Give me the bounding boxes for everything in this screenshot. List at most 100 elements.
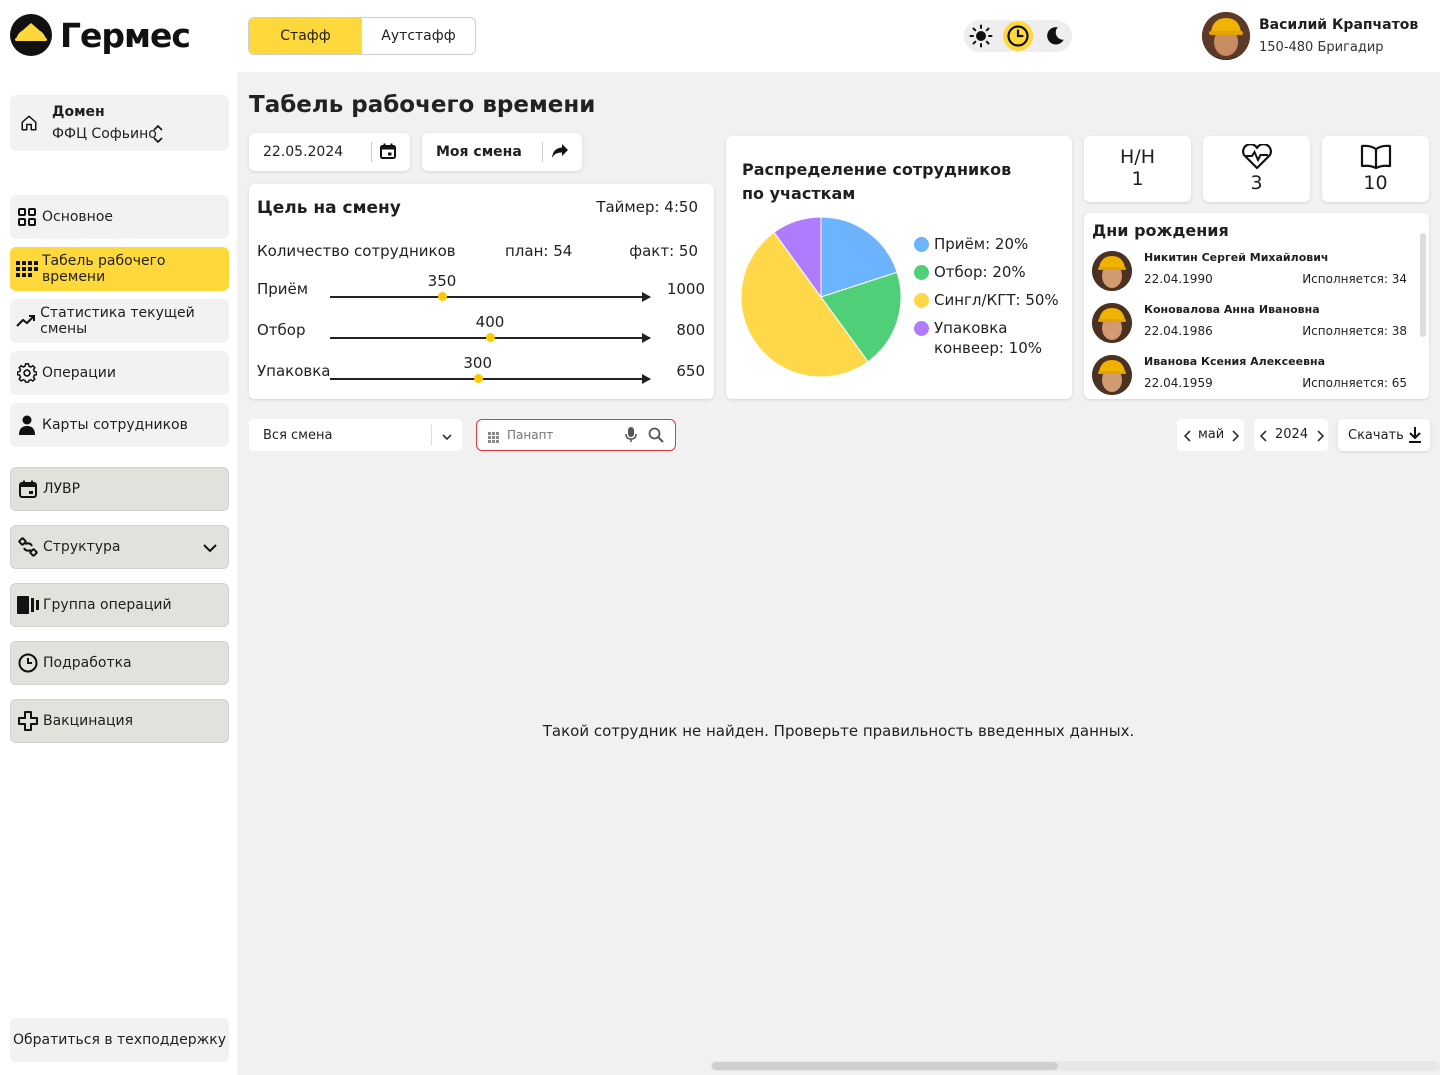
sidebar-item-label: Табель рабочего времени — [42, 253, 166, 285]
month-value: май — [1198, 427, 1225, 442]
share-icon[interactable] — [551, 143, 569, 163]
divider — [431, 425, 432, 445]
domain-selector[interactable]: Домен ФФЦ Софьино — [10, 95, 229, 151]
birthday-date: 22.04.1986 — [1144, 324, 1213, 338]
sidebar-item-vaccination[interactable]: Вакцинация — [10, 699, 229, 743]
avatar[interactable] — [1202, 12, 1250, 60]
divider — [542, 142, 543, 162]
goal-timer: Таймер: 4:50 — [596, 198, 698, 216]
domain-value: ФФЦ Софьино — [52, 126, 157, 142]
structure-icon — [17, 536, 39, 558]
cross-icon — [17, 710, 39, 732]
date-picker[interactable]: 22.05.2024 — [249, 133, 410, 171]
sidebar-item-side-job[interactable]: Подработка — [10, 641, 229, 685]
legend-label: Приём: 20% — [934, 235, 1029, 253]
distribution-pie-chart — [740, 216, 902, 378]
goal-row-label: Отбор — [257, 321, 306, 339]
user-role: 150-480 Бригадир — [1259, 40, 1384, 55]
sidebar-item-operation-group[interactable]: Группа операций — [10, 583, 229, 627]
distribution-title-line1: Распределение сотрудников — [742, 160, 1012, 179]
staff-fact: факт: 50 — [629, 242, 698, 260]
goal-row-current: 400 — [475, 313, 505, 331]
tab-outstaff[interactable]: Аутстафф — [362, 18, 475, 54]
goal-row-marker — [486, 333, 495, 342]
group-icon — [17, 594, 39, 616]
arrow-right-icon — [642, 333, 651, 343]
birthday-age: Исполняется: 65 — [1302, 376, 1407, 390]
gear-icon — [16, 362, 38, 384]
sidebar-item-timesheet[interactable]: Табель рабочего времени — [10, 247, 229, 291]
person-icon — [16, 414, 38, 436]
support-label: Обратиться в техподдержку — [12, 1032, 227, 1048]
sidebar-item-label: Основное — [42, 209, 114, 225]
sun-icon[interactable] — [966, 21, 996, 51]
stat-card-training[interactable]: 10 — [1322, 136, 1429, 202]
sidebar-item-main[interactable]: Основное — [10, 195, 229, 239]
chevron-left-icon[interactable] — [1183, 428, 1193, 447]
chevron-left-icon[interactable] — [1259, 428, 1269, 447]
empty-state-message: Такой сотрудник не найден. Проверьте пра… — [542, 722, 1135, 740]
birthday-age: Исполняется: 38 — [1302, 324, 1407, 338]
sidebar-item-luvr[interactable]: ЛУВР — [10, 467, 229, 511]
legend-swatch — [914, 293, 929, 308]
dots-grid-icon — [16, 258, 38, 280]
sidebar-item-operations[interactable]: Операции — [10, 351, 229, 395]
sidebar-item-employee-cards[interactable]: Карты сотрудников — [10, 403, 229, 447]
legend-item: Приём: 20% — [914, 234, 1059, 254]
legend-swatch — [914, 321, 929, 336]
date-value: 22.05.2024 — [263, 144, 344, 160]
goal-row-label: Приём — [257, 280, 309, 298]
sidebar-item-label: Вакцинация — [43, 713, 134, 729]
staff-count-label: Количество сотрудников — [257, 242, 456, 260]
moon-icon[interactable] — [1040, 21, 1070, 51]
home-icon — [18, 112, 40, 134]
sidebar-item-label: Подработка — [43, 655, 132, 671]
goal-row-label: Упаковка — [257, 362, 331, 380]
birthday-date: 22.04.1959 — [1144, 376, 1213, 390]
search-icon[interactable] — [648, 427, 664, 447]
search-box — [476, 419, 676, 451]
logo-icon — [10, 14, 52, 56]
staff-plan: план: 54 — [505, 242, 573, 260]
sidebar-item-label: ЛУВР — [43, 481, 81, 497]
user-name: Василий Крапчатов — [1259, 17, 1419, 33]
chevron-right-icon[interactable] — [1315, 428, 1325, 447]
legend-label: Сингл/КГТ: 50% — [934, 291, 1059, 309]
goal-row-current: 350 — [427, 272, 457, 290]
download-button[interactable]: Скачать — [1338, 419, 1430, 451]
goal-title: Цель на смену — [257, 198, 401, 218]
shift-goal-card: Цель на смену Таймер: 4:50 Количество со… — [249, 184, 714, 399]
stat-label: Н/Н — [1120, 146, 1155, 168]
sidebar-item-stats[interactable]: Статистика текущей смены — [10, 299, 229, 343]
shift-filter-select[interactable]: Вся смена — [249, 419, 462, 451]
tab-staff[interactable]: Стафф — [249, 18, 362, 54]
theme-switch — [964, 20, 1072, 52]
pie-legend: Приём: 20% Отбор: 20% Сингл/КГТ: 50% Упаков… — [914, 234, 1059, 366]
birthday-scrollbar[interactable] — [1420, 233, 1426, 337]
stat-value: 3 — [1250, 172, 1263, 194]
shift-selector[interactable]: Моя смена — [422, 133, 582, 171]
horizontal-scrollbar-thumb[interactable] — [712, 1062, 1058, 1070]
clock-icon[interactable] — [1003, 21, 1033, 51]
search-input[interactable] — [507, 425, 617, 445]
stat-card-sick[interactable]: 3 — [1203, 136, 1310, 202]
logo-text: Гермес — [60, 16, 191, 55]
trend-icon — [16, 310, 36, 332]
stat-card-absence[interactable]: Н/Н 1 — [1084, 136, 1191, 202]
legend-label: Отбор: 20% — [934, 263, 1026, 281]
goal-row-marker — [473, 374, 483, 383]
support-button[interactable]: Обратиться в техподдержку — [10, 1018, 229, 1062]
sidebar-item-label: Структура — [43, 539, 121, 555]
sidebar-item-label: Карты сотрудников — [42, 417, 188, 433]
calendar-icon[interactable] — [380, 143, 396, 163]
birthday-date: 22.04.1990 — [1144, 272, 1213, 286]
birthday-name: Никитин Сергей Михайлович — [1144, 251, 1329, 264]
avatar — [1092, 355, 1132, 395]
chevron-down-icon[interactable] — [202, 540, 218, 560]
download-icon — [1408, 426, 1422, 448]
distribution-card: Распределение сотрудников по участкам Пр… — [726, 136, 1072, 399]
goal-row-track — [330, 378, 650, 380]
sidebar-item-structure[interactable]: Структура — [10, 525, 229, 569]
microphone-icon[interactable] — [625, 427, 637, 447]
chevron-right-icon[interactable] — [1230, 428, 1240, 447]
